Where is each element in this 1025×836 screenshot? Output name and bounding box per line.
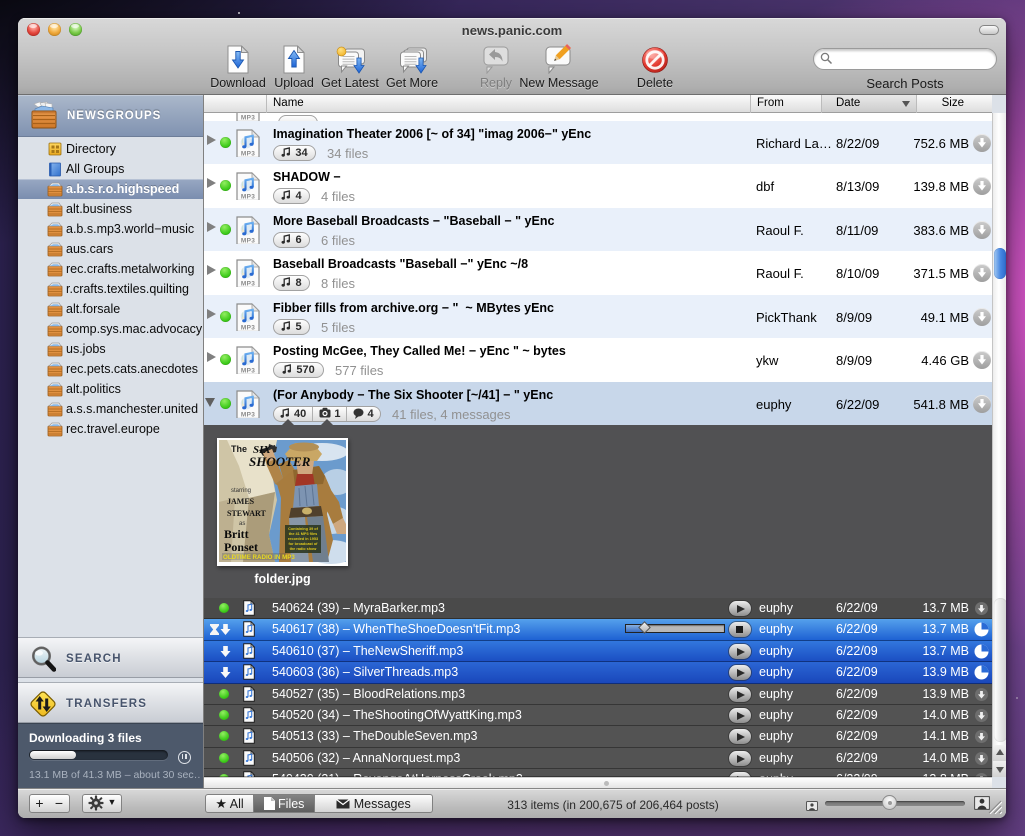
svg-text:recorded in 1953: recorded in 1953 <box>288 537 318 541</box>
svg-text:the radio show: the radio show <box>290 547 317 551</box>
svg-text:MP3: MP3 <box>241 194 255 201</box>
svg-text:Ponset: Ponset <box>224 540 258 554</box>
svg-text:STEWART: STEWART <box>227 509 267 518</box>
svg-text:JAMES: JAMES <box>227 497 255 506</box>
svg-text:MP3: MP3 <box>241 151 255 158</box>
svg-text:MP3: MP3 <box>241 368 255 375</box>
svg-text:MP3: MP3 <box>241 412 255 419</box>
svg-text:MP3: MP3 <box>241 281 255 288</box>
svg-text:starring: starring <box>231 488 251 494</box>
svg-text:for broadcast of: for broadcast of <box>289 542 319 546</box>
svg-text:Containing 39 of: Containing 39 of <box>288 527 318 531</box>
svg-text:the 41 MP3 files: the 41 MP3 files <box>289 532 318 536</box>
svg-text:OLDTIME RADIO IN MP3: OLDTIME RADIO IN MP3 <box>223 554 295 561</box>
svg-text:SHOOTER: SHOOTER <box>249 454 311 469</box>
svg-text:MP3: MP3 <box>241 238 255 245</box>
svg-text:MP3: MP3 <box>241 325 255 332</box>
svg-text:The: The <box>231 444 247 454</box>
svg-text:Britt: Britt <box>224 527 249 541</box>
